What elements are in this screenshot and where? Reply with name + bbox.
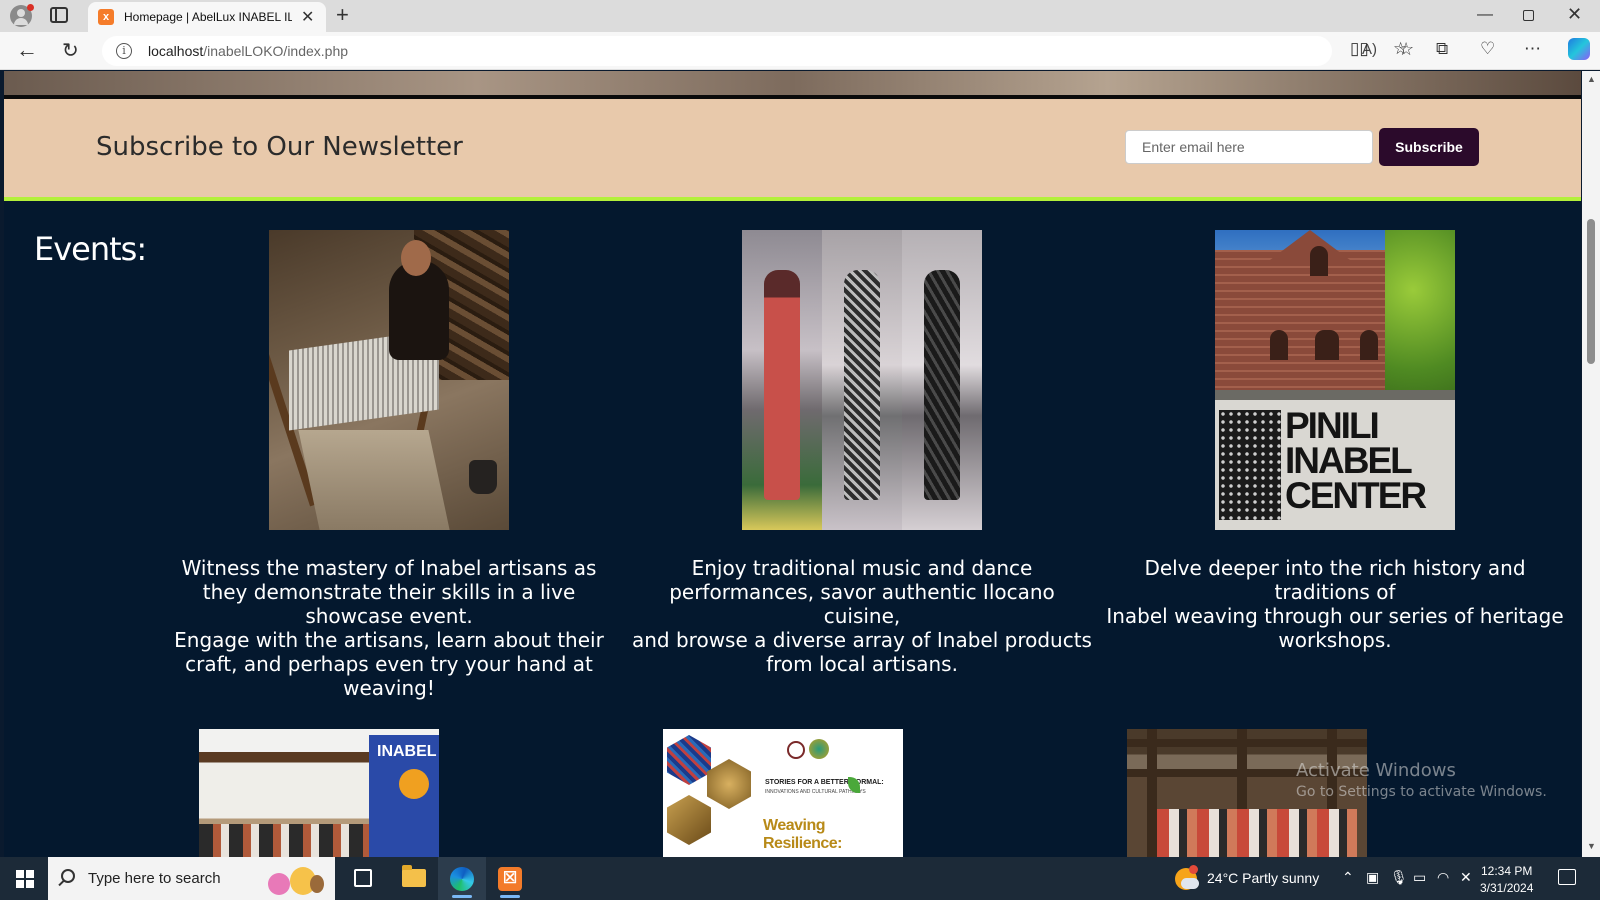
- subscribe-button[interactable]: Subscribe: [1379, 128, 1479, 166]
- wifi-icon[interactable]: ◠: [1437, 869, 1449, 886]
- weather-text[interactable]: 24°C Partly sunny: [1207, 870, 1319, 886]
- email-input[interactable]: [1125, 130, 1373, 164]
- file-explorer-button[interactable]: [390, 857, 438, 900]
- maximize-icon[interactable]: [1523, 10, 1534, 21]
- event-card-showcase: Witness the mastery of Inabel artisans a…: [159, 230, 619, 700]
- watermark-subtitle: Go to Settings to activate Windows.: [1296, 784, 1547, 800]
- back-icon[interactable]: ←: [16, 37, 38, 63]
- xampp-icon: ☒: [498, 867, 522, 891]
- pinili-center-image: PINILI INABEL CENTER: [1215, 230, 1455, 530]
- url-path: /inabelLOKO/index.php: [203, 43, 349, 59]
- scroll-down-icon[interactable]: ▼: [1587, 841, 1596, 851]
- clock-time: 12:34 PM: [1481, 864, 1533, 878]
- xampp-button[interactable]: ☒: [486, 857, 534, 900]
- clock-date: 3/31/2024: [1480, 881, 1534, 895]
- poster-title: Weaving Resilience:: [763, 817, 842, 852]
- banner-text: INABEL: [377, 743, 437, 760]
- event-description: Delve deeper into the rich history and t…: [1106, 556, 1564, 652]
- close-window-icon[interactable]: ✕: [1567, 4, 1582, 25]
- scroll-up-icon[interactable]: ▲: [1587, 74, 1596, 84]
- weaver-image: [269, 230, 509, 530]
- activate-windows-watermark: Activate Windows Go to Settings to activ…: [1296, 760, 1547, 800]
- event-image-weaving-resilience: STORIES FOR A BETTER NORMAL: INNOVATIONS…: [663, 729, 903, 857]
- poster-line-1: STORIES FOR A BETTER NORMAL:: [765, 779, 884, 786]
- sign-text: PINILI INABEL CENTER: [1285, 405, 1427, 516]
- new-tab-icon[interactable]: +: [336, 2, 349, 28]
- url-field[interactable]: i localhost/inabelLOKO/index.php A) ☆: [102, 36, 1414, 66]
- windows-taskbar: Type here to search ☒ 24°C Partly sunny …: [0, 857, 1600, 900]
- volume-muted-icon[interactable]: ✕: [1460, 869, 1472, 886]
- url-text: localhost/inabelLOKO/index.php: [148, 43, 348, 59]
- microphone-icon[interactable]: 🎙: [1390, 869, 1408, 886]
- collections-icon[interactable]: ⧉: [1436, 39, 1448, 59]
- battery-icon[interactable]: ▭: [1413, 869, 1426, 886]
- fashion-show-image: [742, 230, 982, 530]
- event-description: Enjoy traditional music and dance perfor…: [632, 556, 1092, 676]
- more-menu-icon[interactable]: ⋯: [1524, 39, 1541, 59]
- notification-icon[interactable]: [1558, 869, 1576, 885]
- minimize-icon[interactable]: —: [1477, 6, 1493, 24]
- windows-start-icon[interactable]: [16, 870, 34, 888]
- taskbar-search-field[interactable]: Type here to search: [48, 857, 335, 900]
- hero-image-bottom: [4, 71, 1581, 95]
- folder-icon: [402, 865, 426, 887]
- events-section: Events: Witness the mastery of Inabel ar…: [4, 201, 1581, 857]
- browser-tab-active[interactable]: x Homepage | AbelLux INABEL ILO ✕: [88, 2, 326, 32]
- search-placeholder: Type here to search: [88, 870, 221, 887]
- search-icon: [61, 869, 75, 883]
- show-hidden-icons-icon[interactable]: ⌃: [1342, 869, 1354, 886]
- xampp-favicon-icon: x: [98, 9, 114, 25]
- search-highlight-icon: [258, 863, 328, 897]
- edge-button[interactable]: [438, 857, 486, 900]
- favorites-icon[interactable]: ☆: [1393, 39, 1408, 59]
- url-host: localhost: [148, 43, 204, 59]
- split-screen-icon[interactable]: ▯▯: [1350, 39, 1369, 59]
- task-view-button[interactable]: [340, 857, 388, 900]
- watermark-title: Activate Windows: [1296, 760, 1456, 781]
- event-card-workshops: PINILI INABEL CENTER Delve deeper into t…: [1105, 230, 1565, 652]
- weather-badge: [1189, 865, 1198, 874]
- browser-tab-bar: x Homepage | AbelLux INABEL ILO ✕ + — ✕: [0, 0, 1600, 32]
- event-image-seminar: INABEL: [199, 729, 439, 857]
- task-view-icon: [354, 869, 372, 887]
- event-card-festival: Enjoy traditional music and dance perfor…: [632, 230, 1092, 676]
- address-bar-row: ← ↻ i localhost/inabelLOKO/index.php A) …: [0, 32, 1600, 70]
- page-viewport: Subscribe to Our Newsletter Subscribe Ev…: [4, 71, 1581, 857]
- page-scrollbar[interactable]: ▲ ▼: [1582, 71, 1600, 857]
- profile-notification-dot: [27, 4, 34, 11]
- scroll-thumb[interactable]: [1587, 219, 1595, 364]
- newsletter-section: Subscribe to Our Newsletter Subscribe: [4, 99, 1581, 201]
- copilot-icon[interactable]: [1568, 38, 1590, 60]
- tab-close-icon[interactable]: ✕: [301, 7, 314, 27]
- tab-actions-icon[interactable]: [50, 7, 68, 23]
- meet-now-icon[interactable]: ▣: [1366, 869, 1379, 886]
- newsletter-title: Subscribe to Our Newsletter: [96, 132, 463, 162]
- event-description: Witness the mastery of Inabel artisans a…: [174, 556, 604, 700]
- site-info-icon[interactable]: i: [116, 43, 132, 59]
- edge-icon: [450, 867, 474, 891]
- events-heading: Events:: [34, 230, 147, 268]
- refresh-icon[interactable]: ↻: [62, 38, 79, 63]
- tab-title: Homepage | AbelLux INABEL ILO: [124, 10, 292, 24]
- taskbar-clock[interactable]: 12:34 PM 3/31/2024: [1480, 863, 1533, 897]
- browser-essentials-icon[interactable]: ♡: [1480, 39, 1495, 59]
